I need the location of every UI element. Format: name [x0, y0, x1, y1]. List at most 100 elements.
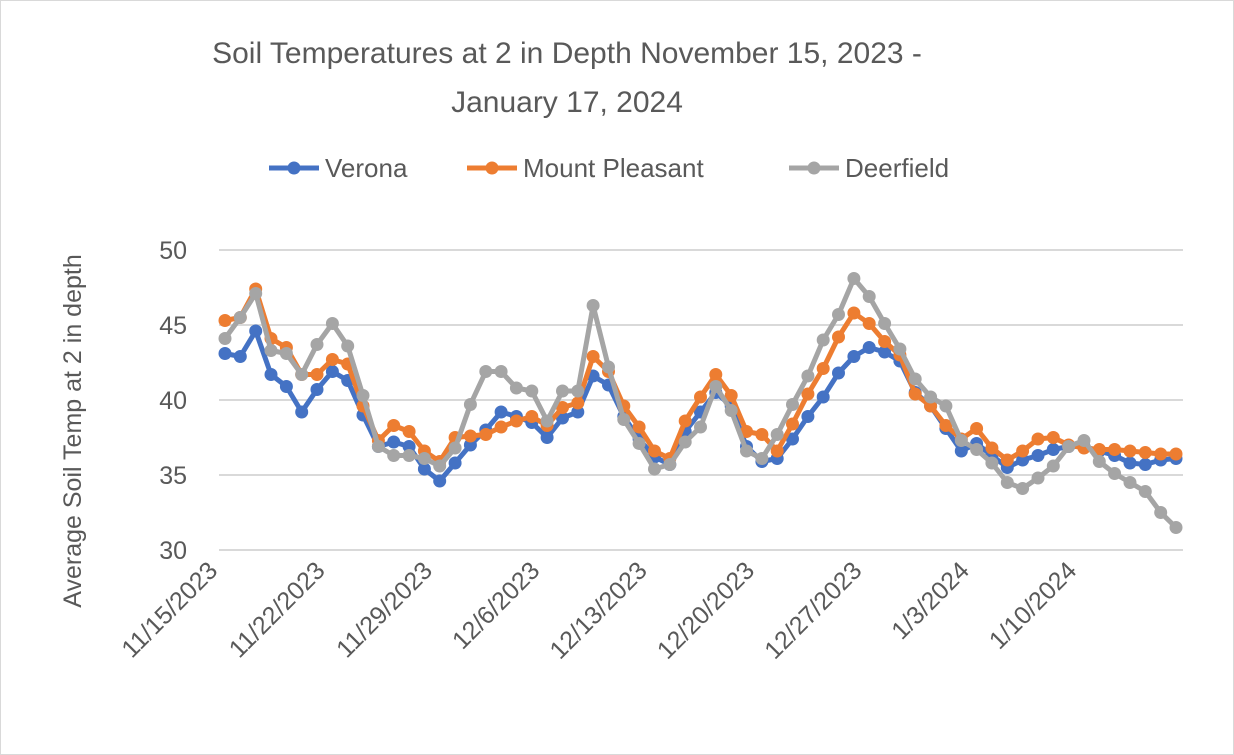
data-point: [1016, 444, 1030, 458]
data-point: [694, 390, 707, 404]
data-point: [556, 384, 569, 398]
x-tick-label: 11/22/2023: [224, 556, 331, 663]
data-point: [310, 368, 324, 381]
data-point: [1123, 444, 1137, 458]
legend-swatch-marker: [485, 161, 499, 175]
data-point: [694, 420, 707, 434]
chart-title-line-2: January 17, 2024: [451, 86, 683, 119]
legend-item: Deerfield: [789, 153, 949, 183]
data-point: [1000, 453, 1014, 467]
data-point: [402, 425, 416, 438]
data-point: [908, 387, 922, 401]
data-point: [801, 369, 815, 383]
data-point: [878, 335, 892, 348]
data-point: [602, 360, 615, 374]
data-point: [985, 456, 999, 470]
data-point: [1138, 458, 1152, 471]
data-point: [509, 381, 523, 395]
data-point: [801, 410, 815, 423]
data-point: [279, 380, 293, 393]
data-point: [847, 350, 861, 363]
data-point: [233, 311, 247, 324]
legend-swatch-marker: [807, 161, 821, 175]
data-point: [218, 332, 232, 345]
legend-item: Mount Pleasant: [467, 153, 704, 183]
data-point: [310, 383, 324, 396]
data-point: [816, 390, 830, 404]
data-point: [755, 452, 769, 465]
data-point: [1000, 476, 1014, 489]
data-point: [709, 380, 723, 393]
y-tick-label: 50: [159, 237, 187, 265]
data-point: [1138, 446, 1152, 459]
data-point: [509, 414, 523, 428]
y-tick-label: 45: [159, 312, 187, 340]
x-tick-label: 12/6/2023: [447, 556, 545, 654]
data-point: [433, 459, 447, 473]
data-point: [417, 452, 431, 465]
data-point: [387, 449, 401, 462]
chart-container: Soil Temperatures at 2 in Depth November…: [0, 0, 1234, 755]
data-point: [249, 324, 263, 338]
data-point: [1031, 471, 1045, 485]
data-point: [862, 290, 876, 303]
data-point: [1031, 449, 1045, 462]
data-point: [816, 333, 830, 347]
data-point: [786, 417, 799, 431]
y-tick-label: 35: [159, 462, 187, 490]
data-point: [356, 389, 370, 402]
data-point: [970, 422, 984, 435]
data-point: [832, 366, 845, 380]
data-point: [540, 431, 554, 444]
data-point: [1016, 482, 1030, 495]
data-point: [1092, 455, 1106, 468]
data-point: [1046, 459, 1060, 473]
data-point: [586, 350, 600, 363]
data-point: [632, 437, 646, 450]
legend-label: Mount Pleasant: [523, 153, 704, 183]
data-point: [1123, 476, 1137, 489]
data-point: [1123, 456, 1137, 470]
line-chart: Soil Temperatures at 2 in Depth November…: [59, 37, 1183, 665]
data-point: [1169, 521, 1183, 534]
y-axis-ticks: 30 35 40 45 50: [159, 237, 187, 565]
data-point: [816, 362, 830, 375]
legend-label: Deerfield: [845, 153, 949, 183]
x-tick-label: 11/29/2023: [331, 556, 438, 663]
data-point: [218, 347, 232, 360]
x-tick-label: 12/27/2023: [759, 556, 867, 664]
data-point: [617, 413, 631, 426]
legend: Verona Mount Pleasant Deerfield: [269, 153, 949, 183]
x-tick-label: 12/20/2023: [652, 556, 760, 664]
data-point: [632, 420, 646, 434]
data-point: [847, 272, 861, 285]
data-point: [1077, 434, 1091, 447]
data-point: [770, 428, 784, 441]
data-point: [924, 390, 938, 404]
data-point: [571, 396, 585, 410]
data-point: [678, 435, 692, 449]
data-point: [893, 342, 907, 356]
data-point: [525, 384, 539, 398]
data-point: [954, 434, 968, 447]
data-point: [387, 435, 401, 449]
data-point: [264, 344, 278, 357]
data-point: [709, 368, 723, 381]
data-point: [1062, 440, 1076, 453]
x-tick-label: 1/3/2024: [886, 556, 975, 645]
data-point: [448, 441, 462, 455]
data-point: [1108, 467, 1122, 480]
chart-title-line-1: Soil Temperatures at 2 in Depth November…: [212, 37, 922, 70]
data-point: [402, 449, 416, 462]
y-axis-title: Average Soil Temp at 2 in depth: [59, 254, 87, 607]
data-point: [494, 420, 508, 434]
legend-item: Verona: [269, 153, 408, 183]
data-point: [433, 474, 447, 488]
legend-swatch-marker: [287, 161, 301, 175]
data-point: [295, 405, 309, 419]
x-tick-label: 12/13/2023: [544, 556, 652, 664]
data-point: [908, 372, 922, 386]
data-point: [325, 353, 339, 366]
data-point: [1031, 432, 1045, 446]
data-point: [970, 443, 984, 456]
